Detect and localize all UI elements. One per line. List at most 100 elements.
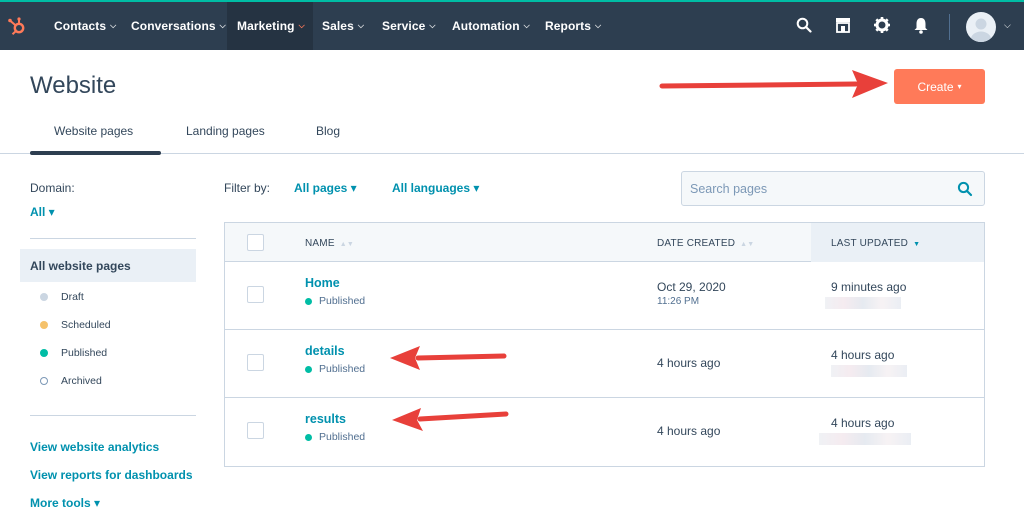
date-created: Oct 29, 2020 [657,280,726,294]
row-checkbox[interactable] [247,422,264,439]
domain-label: Domain: [30,181,75,195]
nav-item-label: Conversations [131,19,216,33]
last-updated: 4 hours ago [831,348,895,362]
nav-item-label: Marketing [237,19,295,33]
sidebar-item-label: Published [61,347,108,359]
select-all-checkbox[interactable] [247,234,264,251]
chevron-down-icon: ⌵ [429,21,436,30]
nav-item-label: Service [382,19,426,33]
domain-dropdown[interactable]: All ▾ [30,205,55,219]
nav-item-sales[interactable]: Sales ⌵ [312,2,374,50]
search-input[interactable] [690,180,940,198]
search-icon[interactable] [793,14,815,36]
column-header-name[interactable]: NAME ▲▼ [305,238,354,249]
sidebar-item-published[interactable]: Published [40,347,107,359]
nav-item-automation[interactable]: Automation ⌵ [442,2,540,50]
status-dot-icon [40,321,48,329]
page-title: Website [30,72,117,99]
nav-item-label: Contacts [54,19,107,33]
sidebar-item-label: All website pages [30,258,131,273]
pages-table: NAME ▲▼ DATE CREATED ▲▼ LAST UPDATED ▼ Home… [224,222,985,467]
status-label: Published [319,295,366,307]
column-header-date-created[interactable]: DATE CREATED ▲▼ [657,238,754,249]
chevron-down-icon: ⌵ [595,21,602,30]
nav-divider [949,14,950,40]
chevron-down-icon: ⌵ [357,21,365,30]
create-button-label: Create [917,79,954,94]
sidebar-item-draft[interactable]: Draft [40,291,84,303]
status-dot-icon [40,293,48,301]
published-dot-icon [305,365,312,373]
page-name-link[interactable]: results [305,412,346,426]
view-reports-link[interactable]: View reports for dashboards [30,468,193,482]
view-website-analytics-link[interactable]: View website analytics [30,440,159,454]
table-row[interactable]: results Published 4 hours ago 4 hours ag… [225,398,984,466]
table-header: NAME ▲▼ DATE CREATED ▲▼ LAST UPDATED ▼ [225,223,984,262]
column-header-last-updated[interactable]: LAST UPDATED ▼ [831,238,920,249]
annotation-arrow-icon [392,408,509,431]
row-checkbox[interactable] [247,286,264,303]
sidebar-item-label: Archived [61,375,102,387]
all-languages-dropdown[interactable]: All languages ▾ [392,181,479,195]
annotation-arrow-icon [659,70,888,98]
tab-landing-pages[interactable]: Landing pages [186,124,265,138]
nav-item-label: Sales [322,19,354,33]
time-created: 11:26 PM [657,296,700,307]
status-badge: Published [305,295,365,307]
sort-icon: ▲▼ [740,241,755,248]
nav-item-conversations[interactable]: Conversations ⌵ [121,2,236,50]
active-tab-indicator [30,151,161,155]
table-row[interactable]: details Published 4 hours ago 4 hours ag… [225,330,984,398]
page-name-link[interactable]: details [305,344,345,358]
search-icon[interactable] [957,181,973,197]
gear-icon[interactable] [871,14,893,36]
status-label: Published [319,431,366,443]
redacted-author [819,433,911,445]
date-created: 4 hours ago [657,356,721,370]
row-checkbox[interactable] [247,354,264,371]
marketplace-icon[interactable] [832,14,854,36]
tab-blog[interactable]: Blog [316,124,340,138]
column-header-label: LAST UPDATED [831,238,909,249]
bell-icon[interactable] [910,14,932,36]
last-updated: 9 minutes ago [831,280,907,294]
sidebar-item-scheduled[interactable]: Scheduled [40,319,111,331]
published-dot-icon [305,433,312,441]
nav-item-reports[interactable]: Reports ⌵ [535,2,611,50]
table-row[interactable]: Home Published Oct 29, 2020 11:26 PM 9 m… [225,262,984,330]
chevron-down-icon: ⌵ [298,21,305,30]
chevron-down-icon: ⌵ [110,21,117,30]
chevron-down-icon[interactable]: ⌵ [1004,20,1011,31]
annotation-arrow-icon [390,346,507,370]
status-label: Published [319,363,366,375]
redacted-author [831,365,907,377]
published-dot-icon [305,297,312,305]
nav-item-marketing[interactable]: Marketing ⌵ [227,2,313,50]
nav-item-contacts[interactable]: Contacts ⌵ [44,2,126,50]
create-button[interactable]: Create ▾ [894,69,985,104]
nav-item-label: Automation [452,19,520,33]
column-header-label: NAME [305,238,335,249]
status-dot-icon [40,349,48,357]
top-nav-bar: Contacts ⌵ Conversations ⌵ Marketing ⌵ Sale… [0,0,1024,50]
sort-descending-icon: ▼ [913,241,921,248]
date-created: 4 hours ago [657,424,721,438]
chevron-down-icon: ⌵ [523,21,530,30]
more-tools-dropdown[interactable]: More tools ▾ [30,496,100,510]
status-dot-icon [40,377,48,385]
caret-down-icon: ▾ [957,82,962,91]
sidebar-item-archived[interactable]: Archived [40,375,102,387]
page-name-link[interactable]: Home [305,276,340,290]
column-header-label: DATE CREATED [657,238,736,249]
all-pages-dropdown[interactable]: All pages ▾ [294,181,357,195]
tab-website-pages[interactable]: Website pages [54,124,133,138]
sidebar-item-all-website-pages[interactable]: All website pages [20,249,196,282]
search-box [681,171,985,206]
avatar[interactable] [966,12,996,42]
sidebar-item-label: Scheduled [61,319,111,331]
hubspot-logo-icon[interactable] [0,2,34,50]
sidebar-divider [30,415,196,416]
nav-item-service[interactable]: Service ⌵ [372,2,446,50]
chevron-down-icon: ⌵ [219,21,226,30]
status-badge: Published [305,431,365,443]
